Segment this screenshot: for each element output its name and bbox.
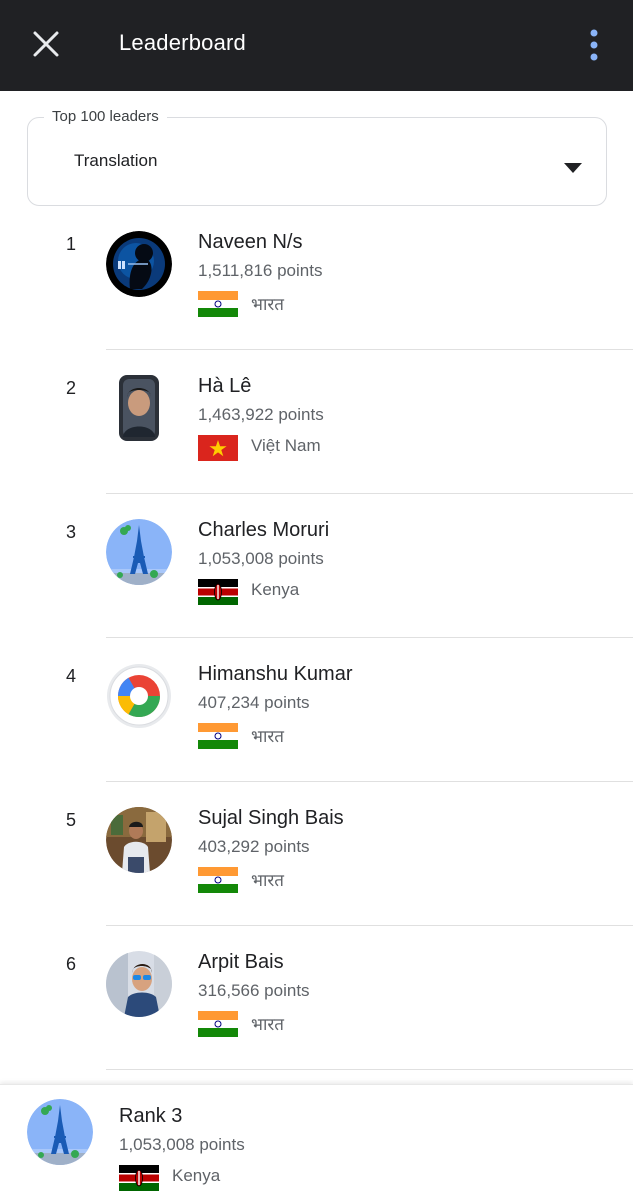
leader-points: 1,511,816 points	[198, 261, 323, 280]
leader-country: भारत	[251, 1015, 284, 1034]
leader-name: Hà Lê	[198, 375, 252, 397]
leader-points: 316,566 points	[198, 981, 310, 1000]
leader-points: 407,234 points	[198, 693, 310, 712]
avatar	[106, 231, 172, 297]
list-item[interactable]: 4 Himanshu Kumar 407,234 points भारत	[0, 638, 633, 782]
select-legend: Top 100 leaders	[44, 108, 167, 126]
leader-name: Sujal Singh Bais	[198, 807, 344, 829]
leader-country: भारत	[251, 295, 284, 314]
vietnam-flag-icon	[198, 435, 238, 461]
list-item[interactable]: 3 Charles Moruri 1,053,008 points Kenya	[0, 494, 633, 638]
rank-number: 5	[66, 810, 77, 830]
india-flag-icon	[198, 723, 238, 749]
leader-points: 1,053,008 points	[198, 549, 324, 568]
india-flag-icon	[198, 867, 238, 893]
rank-number: 1	[66, 234, 77, 254]
leader-name: Naveen N/s	[198, 231, 303, 253]
leader-country: भारत	[251, 727, 284, 746]
rank-number: 4	[66, 666, 77, 686]
avatar	[106, 519, 172, 585]
india-flag-icon	[198, 1011, 238, 1037]
india-flag-icon	[198, 291, 238, 317]
leader-country: भारत	[251, 871, 284, 890]
my-rank-points: 1,053,008 points	[119, 1135, 245, 1154]
rank-number: 3	[66, 522, 77, 542]
page-title: Leaderboard	[119, 30, 246, 55]
list-item[interactable]: 1 Naveen N/s 1,511,816 points भारत	[0, 206, 633, 350]
selected-category: Translation	[74, 151, 158, 170]
rank-number: 6	[66, 954, 77, 974]
leader-country: Việt Nam	[251, 436, 321, 455]
leader-points: 1,463,922 points	[198, 405, 324, 424]
leaderboard-category-select[interactable]: Top 100 leaders Translation	[27, 108, 607, 206]
leader-name: Charles Moruri	[198, 519, 330, 541]
leader-name: Himanshu Kumar	[198, 663, 353, 685]
list-item[interactable]: 2 Hà Lê 1,463,922 points Việt Nam	[0, 350, 633, 494]
avatar	[27, 1099, 93, 1165]
list-item[interactable]: 6 Arpit Bais 316,566 points भारत	[0, 926, 633, 1070]
avatar	[106, 951, 172, 1017]
my-rank-country: Kenya	[172, 1166, 221, 1185]
kenya-flag-icon	[198, 579, 238, 605]
dropdown-arrow-icon	[564, 160, 582, 173]
more-vert-icon[interactable]	[582, 28, 606, 62]
app-bar: Leaderboard	[0, 0, 633, 91]
avatar	[106, 807, 172, 873]
kenya-flag-icon	[119, 1165, 159, 1191]
rank-number: 2	[66, 378, 77, 398]
leader-name: Arpit Bais	[198, 951, 284, 973]
leader-country: Kenya	[251, 580, 300, 599]
my-rank-card[interactable]: Rank 3 1,053,008 points Kenya	[0, 1084, 633, 1200]
avatar	[106, 663, 172, 729]
list-item[interactable]: 5 Sujal Singh Bais 403,292 points भारत	[0, 782, 633, 926]
my-rank-label: Rank 3	[119, 1105, 183, 1127]
divider	[106, 1069, 633, 1070]
close-icon[interactable]	[30, 28, 62, 60]
avatar	[106, 375, 172, 441]
leader-points: 403,292 points	[198, 837, 310, 856]
